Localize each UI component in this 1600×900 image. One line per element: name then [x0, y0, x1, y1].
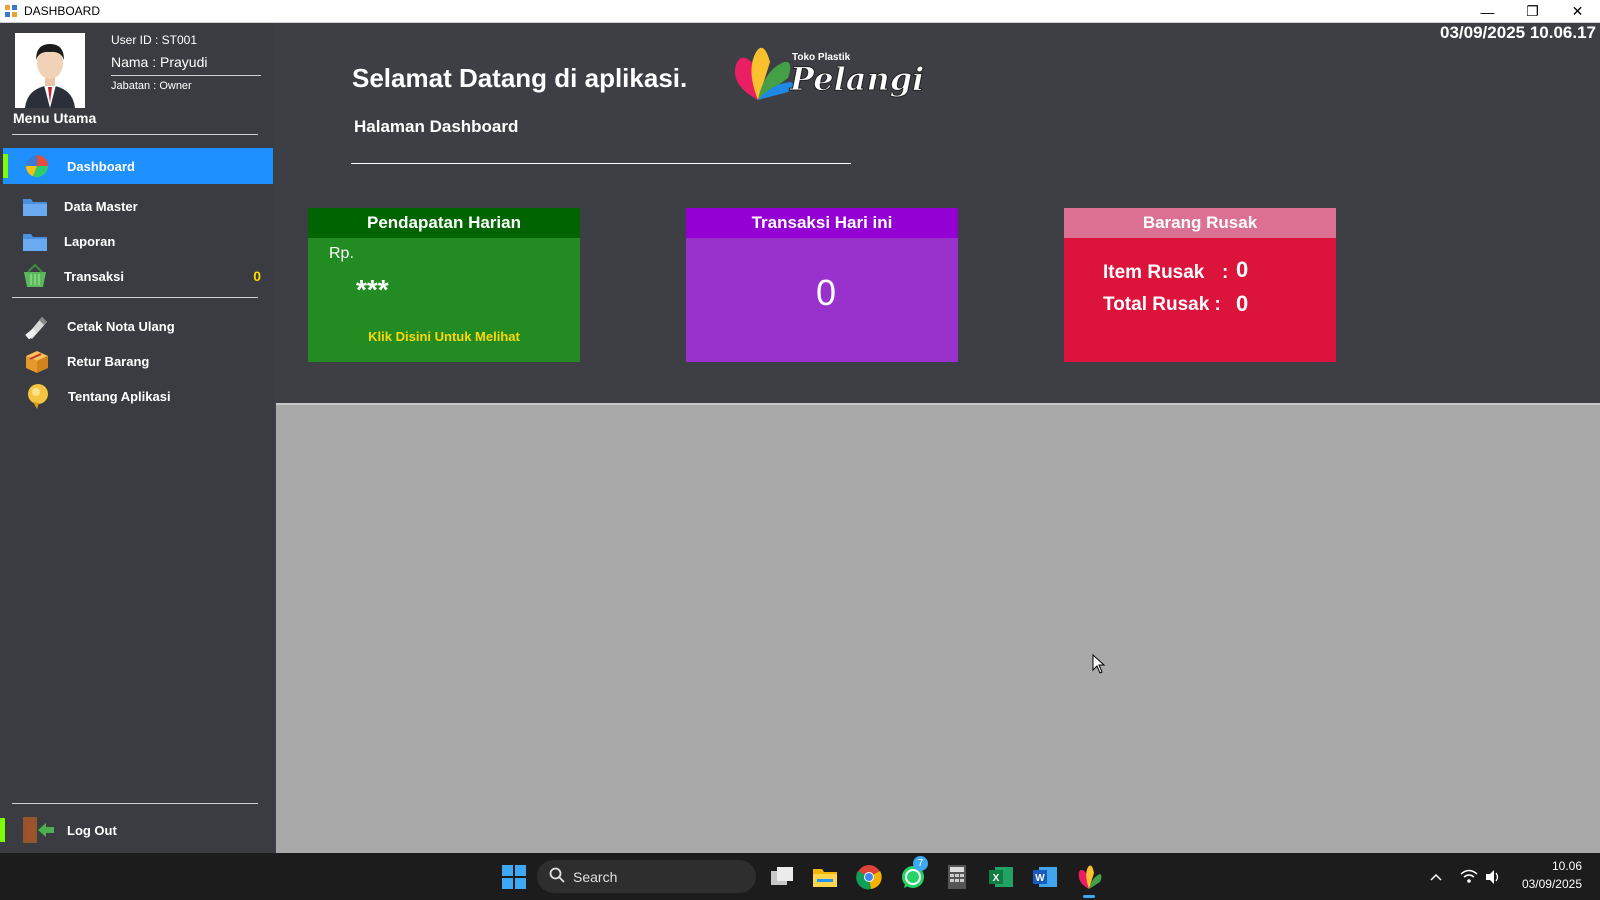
search-placeholder: Search [573, 868, 618, 885]
sidebar-item-retur-barang[interactable]: Retur Barang [0, 343, 273, 379]
sidebar-item-label: Laporan [64, 233, 116, 249]
transaction-count-badge: 0 [253, 268, 261, 284]
card-title: Pendapatan Harian [308, 208, 580, 238]
svg-text:W: W [1035, 873, 1045, 884]
wifi-icon[interactable] [1460, 863, 1478, 891]
logout-label: Log Out [67, 822, 117, 838]
menu-title: Menu Utama [13, 110, 97, 126]
task-view-icon[interactable] [768, 863, 796, 891]
item-rusak-value: 0 [1236, 257, 1249, 282]
card-title: Barang Rusak [1064, 208, 1336, 238]
datetime-display: 03/09/2025 10.06.17 [1440, 23, 1596, 42]
excel-icon[interactable]: X [987, 863, 1015, 891]
divider [351, 163, 851, 164]
start-button[interactable] [500, 863, 528, 891]
logout-icon [20, 816, 56, 844]
main-content: 03/09/2025 10.06.17 Selamat Datang di ap… [274, 23, 1600, 403]
card-title: Transaksi Hari ini [686, 208, 958, 238]
chevron-up-icon[interactable] [1428, 863, 1444, 891]
sidebar-item-label: Tentang Aplikasi [68, 388, 171, 404]
avatar [15, 33, 85, 108]
file-explorer-icon[interactable] [811, 863, 839, 891]
taskbar-date[interactable]: 03/09/2025 [1505, 877, 1582, 891]
volume-icon[interactable] [1484, 863, 1502, 891]
logout-indicator [0, 818, 5, 842]
page-title: Halaman Dashboard [354, 117, 519, 136]
window-titlebar: DASHBOARD — ❐ ✕ [0, 0, 1600, 23]
sidebar-item-label: Retur Barang [67, 353, 150, 369]
user-name-label: Nama : Prayudi [111, 54, 208, 70]
chrome-icon[interactable] [855, 863, 883, 891]
basket-icon [22, 263, 48, 288]
logout-button[interactable]: Log Out [0, 810, 273, 850]
total-rusak-label: Total Rusak : [1103, 294, 1221, 315]
currency-label: Rp. [329, 245, 354, 262]
bulb-icon [25, 382, 51, 409]
sidebar-item-tentang-aplikasi[interactable]: Tentang Aplikasi [0, 378, 273, 414]
notification-badge: 7 [913, 856, 928, 871]
user-job-label: Jabatan : Owner [111, 80, 192, 92]
sidebar: User ID : ST001 Nama : Prayudi Jabatan :… [0, 23, 274, 853]
active-indicator [3, 154, 8, 178]
whatsapp-icon[interactable]: 7 [899, 856, 928, 891]
transactions-value: 0 [815, 272, 837, 313]
app-logo: Toko Plastik Pelangi [728, 40, 925, 110]
income-card[interactable]: Pendapatan Harian Rp. *** Klik Disini Un… [308, 208, 580, 362]
view-income-link[interactable]: Klik Disini Untuk Melihat [308, 329, 580, 344]
divider [111, 75, 261, 76]
taskbar-search[interactable]: Search [537, 860, 756, 893]
close-button[interactable]: ✕ [1555, 0, 1600, 23]
item-rusak-label: Item Rusak [1103, 262, 1205, 283]
content-panel [276, 403, 1600, 853]
app-icon [4, 4, 18, 18]
total-rusak-value: 0 [1236, 291, 1249, 316]
sidebar-item-dashboard[interactable]: Dashboard [3, 148, 273, 184]
mouse-cursor [1092, 653, 1106, 679]
minimize-button[interactable]: — [1465, 0, 1510, 23]
sidebar-item-label: Transaksi [64, 268, 124, 284]
divider [12, 803, 258, 804]
item-rusak-separator: : [1222, 262, 1229, 283]
print-icon [24, 313, 50, 340]
window-title: DASHBOARD [24, 4, 101, 18]
sidebar-item-label: Dashboard [67, 158, 135, 174]
box-icon [24, 348, 50, 373]
sidebar-item-data-master[interactable]: Data Master [0, 188, 273, 224]
folder-icon [22, 229, 48, 253]
word-icon[interactable]: W [1031, 863, 1059, 891]
divider [12, 297, 258, 298]
folder-icon [22, 194, 48, 218]
transactions-card: Transaksi Hari ini 0 [686, 208, 958, 362]
search-icon [549, 867, 565, 886]
restore-button[interactable]: ❐ [1510, 0, 1555, 23]
sidebar-item-cetak-nota-ulang[interactable]: Cetak Nota Ulang [0, 308, 273, 344]
taskbar-time[interactable]: 10.06 [1505, 859, 1582, 873]
sidebar-item-transaksi[interactable]: Transaksi 0 [0, 258, 273, 294]
divider [12, 134, 258, 135]
welcome-text: Selamat Datang di aplikasi. [352, 63, 688, 93]
taskbar: Search 7 X W 10.06 03/09/2025 [0, 853, 1600, 900]
pelangi-app-icon[interactable] [1075, 863, 1103, 898]
pie-chart-icon [25, 154, 51, 178]
calculator-icon[interactable] [943, 863, 971, 891]
damaged-card: Barang Rusak Item Rusak : 0 Total Rusak … [1064, 208, 1336, 362]
sidebar-item-label: Data Master [64, 198, 138, 214]
logo-text: Pelangi [789, 60, 925, 99]
sidebar-item-laporan[interactable]: Laporan [0, 223, 273, 259]
income-value: *** [356, 274, 389, 305]
user-id-label: User ID : ST001 [111, 33, 198, 47]
running-indicator [1083, 895, 1095, 898]
svg-text:X: X [993, 873, 1000, 884]
sidebar-item-label: Cetak Nota Ulang [67, 318, 175, 334]
